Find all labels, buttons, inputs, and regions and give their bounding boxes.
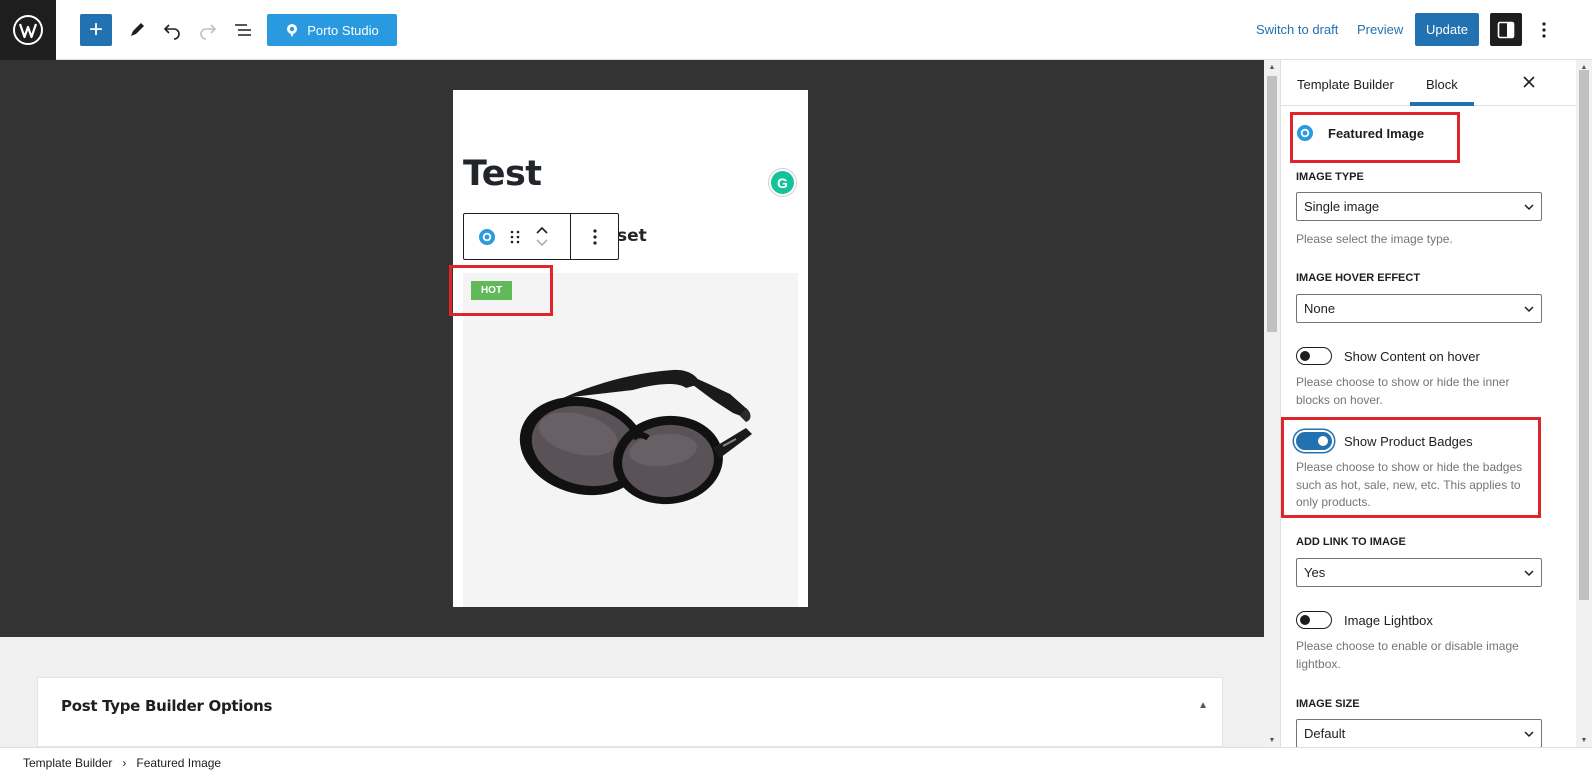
chevron-down-icon (1524, 204, 1534, 211)
move-up-icon[interactable] (535, 226, 549, 235)
wordpress-logo-icon[interactable] (0, 0, 56, 60)
editor-canvas: Test G set HOT (0, 60, 1264, 637)
sidebar-scrollbar[interactable]: ▲ ▼ (1576, 60, 1592, 747)
porto-studio-icon (287, 24, 298, 37)
grammarly-icon[interactable]: G (769, 169, 796, 196)
show-product-badges-toggle[interactable] (1296, 432, 1332, 450)
image-lightbox-row: Image Lightbox (1296, 611, 1433, 629)
image-type-label: IMAGE TYPE (1296, 171, 1364, 183)
block-options-icon[interactable] (570, 214, 618, 259)
block-name: Featured Image (1328, 125, 1425, 141)
show-product-badges-row: Show Product Badges (1296, 432, 1473, 450)
scrollbar-thumb[interactable] (1579, 70, 1589, 600)
settings-sidebar-toggle[interactable] (1490, 13, 1522, 46)
show-content-on-hover-toggle[interactable] (1296, 347, 1332, 365)
sidebar-tabs: Template Builder Block (1281, 60, 1576, 106)
image-hover-effect-select[interactable]: None (1296, 294, 1542, 323)
settings-sidebar: Template Builder Block Featured Image IM… (1280, 60, 1576, 747)
porto-studio-button[interactable]: Porto Studio (267, 14, 397, 46)
breadcrumb-item-featured-image[interactable]: Featured Image (136, 756, 221, 770)
update-button[interactable]: Update (1415, 13, 1479, 46)
post-title[interactable]: Test (463, 154, 542, 194)
featured-image-block[interactable]: HOT (463, 273, 798, 607)
metabox-title: Post Type Builder Options (61, 697, 273, 715)
hot-badge: HOT (471, 281, 512, 300)
preview-button[interactable]: Preview (1357, 22, 1403, 37)
canvas-scrollbar[interactable]: ▲ ▼ (1264, 60, 1280, 747)
chevron-down-icon (1524, 731, 1534, 738)
move-down-icon[interactable] (535, 238, 549, 247)
featured-image-block-icon[interactable] (478, 228, 496, 246)
active-tab-indicator (1410, 102, 1474, 106)
chevron-down-icon (1524, 306, 1534, 313)
sidebar-icon (1497, 21, 1515, 38)
image-lightbox-toggle[interactable] (1296, 611, 1332, 629)
sunglasses-product-image (519, 369, 752, 505)
breadcrumb-item-template-builder[interactable]: Template Builder (23, 756, 112, 770)
add-link-to-image-value: Yes (1304, 565, 1326, 580)
block-breadcrumb: Template Builder › Featured Image (0, 747, 1592, 777)
show-content-on-hover-row: Show Content on hover (1296, 347, 1480, 365)
switch-to-draft-button[interactable]: Switch to draft (1256, 22, 1338, 37)
featured-image-block-icon (1297, 125, 1313, 141)
add-link-to-image-select[interactable]: Yes (1296, 558, 1542, 587)
drag-handle-icon[interactable] (509, 229, 521, 245)
image-size-value: Default (1304, 726, 1346, 741)
image-type-value: Single image (1304, 199, 1380, 214)
product-title-fragment: set (617, 226, 647, 246)
options-menu-icon[interactable] (1532, 14, 1556, 46)
post-type-builder-options-panel[interactable]: Post Type Builder Options ▲ (37, 677, 1223, 747)
image-hover-effect-value: None (1304, 301, 1336, 316)
collapse-arrow-icon[interactable]: ▲ (1198, 700, 1208, 711)
tab-block[interactable]: Block (1426, 77, 1458, 92)
tab-template-builder[interactable]: Template Builder (1297, 77, 1394, 92)
image-size-label: IMAGE SIZE (1296, 698, 1360, 710)
show-product-badges-help: Please choose to show or hide the badges… (1296, 460, 1523, 509)
meta-boxes-area: Post Type Builder Options ▲ (0, 637, 1264, 747)
block-toolbar (463, 213, 619, 260)
image-size-select[interactable]: Default (1296, 719, 1542, 747)
block-inserter-button[interactable]: + (80, 14, 112, 46)
block-card: Featured Image (1296, 124, 1424, 142)
image-lightbox-help: Please choose to enable or disable image… (1296, 639, 1519, 671)
image-hover-effect-label: IMAGE HOVER EFFECT (1296, 272, 1421, 284)
show-content-on-hover-label: Show Content on hover (1344, 348, 1480, 364)
chevron-right-icon: › (122, 755, 127, 770)
undo-icon[interactable] (156, 14, 188, 46)
scroll-down-arrow-icon[interactable]: ▼ (1576, 733, 1592, 747)
image-lightbox-label: Image Lightbox (1344, 612, 1433, 628)
list-view-icon[interactable] (227, 14, 259, 46)
editor-header: + Porto Studio Switch to draft Preview U… (0, 0, 1592, 60)
porto-studio-label: Porto Studio (307, 22, 379, 38)
image-type-select[interactable]: Single image (1296, 192, 1542, 221)
pencil-icon[interactable] (121, 14, 153, 46)
template-preview-frame: Test G set HOT (453, 90, 808, 607)
scroll-up-arrow-icon[interactable]: ▲ (1264, 60, 1280, 74)
show-content-on-hover-help: Please choose to show or hide the inner … (1296, 375, 1510, 407)
image-type-help: Please select the image type. (1296, 232, 1453, 246)
scroll-down-arrow-icon[interactable]: ▼ (1264, 733, 1280, 747)
show-product-badges-label: Show Product Badges (1344, 433, 1473, 449)
close-icon[interactable] (1519, 72, 1539, 92)
redo-icon[interactable] (192, 14, 224, 46)
chevron-down-icon (1524, 570, 1534, 577)
scrollbar-thumb[interactable] (1267, 76, 1277, 332)
add-link-to-image-label: ADD LINK TO IMAGE (1296, 536, 1406, 548)
